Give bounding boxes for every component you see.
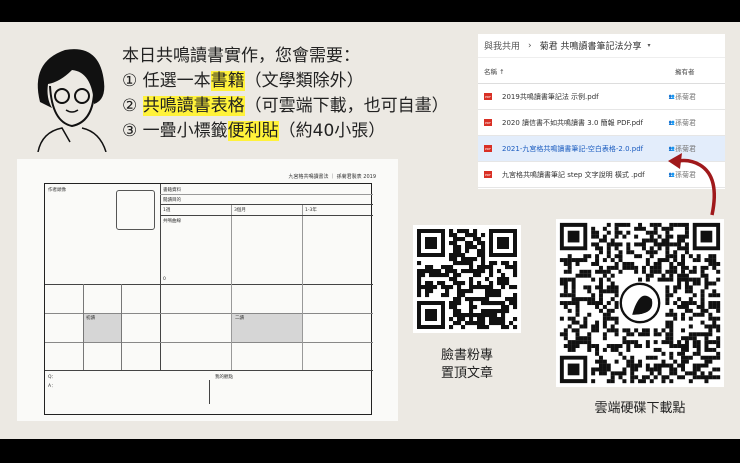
file-name[interactable]: 九宮格共鳴讀書筆記 step 文字說明 橫式 .pdf: [502, 170, 669, 180]
label-author: 作者頭像: [48, 188, 66, 193]
avatar-illustration: [37, 49, 107, 152]
column-owner[interactable]: 擁有者: [675, 66, 719, 76]
label-q: Q：: [48, 375, 57, 380]
sort-by-name[interactable]: 名稱 ↑: [484, 66, 675, 76]
column-headers: 名稱 ↑ 擁有者: [478, 58, 725, 84]
label-1week: 1週: [163, 208, 171, 213]
drive-qr-caption: 雲端硬碟下載點: [594, 401, 686, 416]
nine-grid-form: 作者頭像 書籍資料 閱讀目的 1週 3個月 1-3年 共鳴曲線 0 初讀 二讀 …: [44, 183, 373, 415]
label-curve: 共鳴曲線: [163, 219, 181, 224]
label-1-3years: 1-3年: [305, 208, 317, 213]
file-name[interactable]: 2019共鳴讀書筆記法 示例.pdf: [502, 92, 669, 102]
speech-bubble: [116, 190, 155, 230]
requirement-3: ③ 一疊小標籤便利貼（約40小張）: [122, 121, 386, 141]
pdf-icon: PDF: [484, 119, 492, 126]
breadcrumb-root[interactable]: 與我共用: [484, 39, 520, 52]
breadcrumb: 與我共用 › 菊君 共鳴讀書筆記法分享 ▾: [478, 34, 725, 58]
file-name[interactable]: 2020 讀信書不如共鳴讀書 3.0 簡報 PDF.pdf: [502, 118, 669, 128]
form-header: 九宮格共鳴讀書法 ｜ 孫菊君製表 2019: [288, 174, 377, 180]
pdf-icon: PDF: [484, 93, 492, 100]
arrow-icon: [668, 153, 716, 216]
slide: 本日共鳴讀書實作，您會需要： ① 任選一本書籍（文學類除外） ② 共鳴讀書表格（…: [0, 22, 740, 439]
intro-title: 本日共鳴讀書實作，您會需要：: [122, 46, 360, 66]
label-second-read: 二讀: [235, 316, 244, 321]
breadcrumb-folder[interactable]: 菊君 共鳴讀書筆記法分享: [540, 39, 642, 52]
label-book: 書籍資料: [163, 188, 181, 193]
bottom-letterbox: [0, 439, 740, 463]
label-purpose: 閱讀目的: [163, 198, 181, 203]
label-first-read: 初讀: [86, 316, 95, 321]
file-owner: 孫菊君: [675, 118, 696, 127]
label-my-view: 我的觀點: [215, 375, 233, 380]
facebook-qr-code[interactable]: [413, 225, 521, 333]
file-name[interactable]: 2021-九宮格共鳴讀書筆記-空白表格-2.0.pdf: [502, 144, 669, 154]
chevron-down-icon[interactable]: ▾: [648, 42, 651, 49]
pdf-icon: PDF: [484, 145, 492, 152]
top-letterbox: [0, 0, 740, 22]
blank-form-preview: 九宮格共鳴讀書法 ｜ 孫菊君製表 2019 作者頭像 書籍資料 閱讀目的 1週 …: [17, 159, 398, 421]
requirement-1: ① 任選一本書籍（文學類除外）: [122, 71, 364, 91]
file-row[interactable]: PDF 2019共鳴讀書筆記法 示例.pdf 👥 孫菊君: [478, 84, 725, 110]
drive-qr-code[interactable]: [556, 219, 724, 387]
facebook-qr-caption: 臉書粉專 置頂文章: [440, 348, 493, 381]
requirement-2: ② 共鳴讀書表格（可雲端下載，也可自畫）: [122, 96, 449, 116]
label-a: A：: [48, 384, 56, 389]
requirements-text: 本日共鳴讀書實作，您會需要： ① 任選一本書籍（文學類除外） ② 共鳴讀書表格（…: [122, 44, 449, 144]
label-3months: 3個月: [234, 208, 246, 213]
file-row[interactable]: PDF 2020 讀信書不如共鳴讀書 3.0 簡報 PDF.pdf 👥 孫菊君: [478, 110, 725, 136]
file-owner: 孫菊君: [675, 92, 696, 101]
pdf-icon: PDF: [484, 171, 492, 178]
label-zero: 0: [163, 277, 166, 282]
